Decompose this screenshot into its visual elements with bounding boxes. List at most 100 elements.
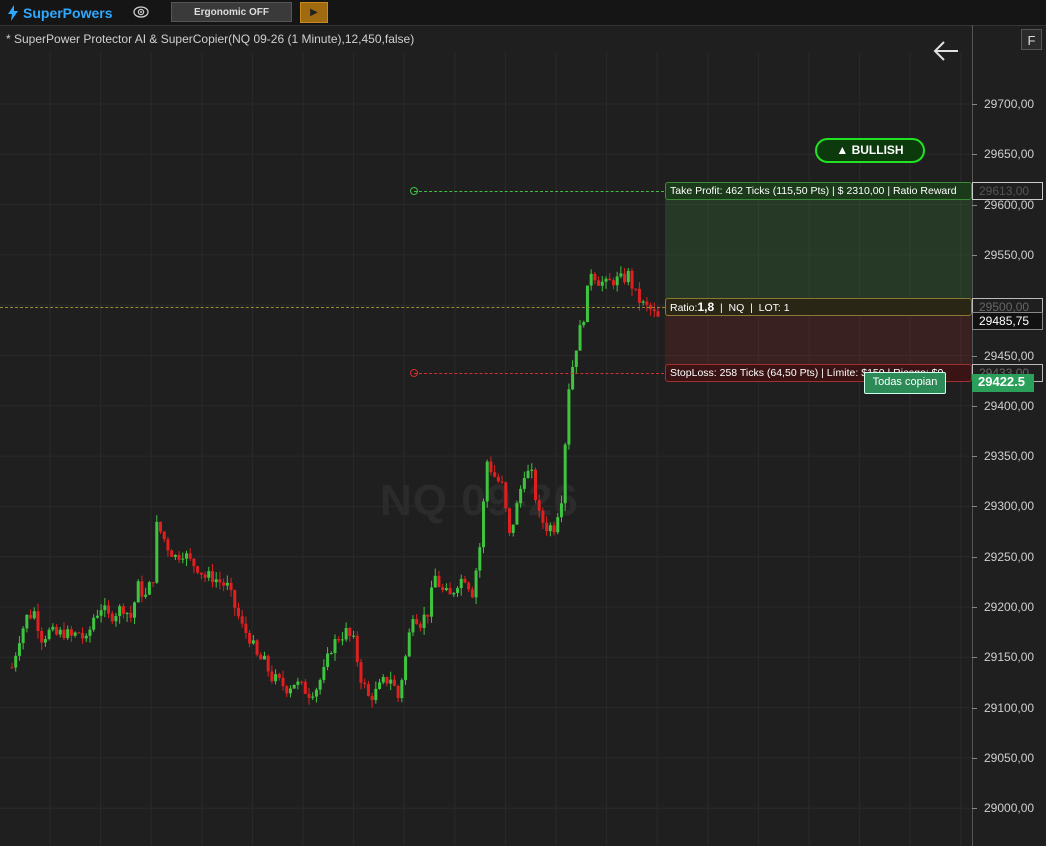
candle-body: [151, 582, 155, 584]
candle-body: [430, 587, 434, 617]
candle-body: [652, 309, 656, 312]
candle-body: [348, 628, 352, 636]
candle-body: [437, 575, 441, 588]
candle-body: [500, 481, 504, 483]
candle-body: [281, 677, 285, 687]
candle-body: [92, 617, 96, 630]
candle-body: [14, 655, 18, 668]
candle-body: [259, 654, 263, 660]
candle-body: [556, 517, 560, 533]
candle-body: [400, 680, 404, 699]
candle-body: [66, 629, 70, 639]
todas-copian-button[interactable]: Todas copian: [864, 372, 946, 394]
candle-body: [467, 582, 471, 590]
candle-body: [422, 614, 426, 628]
candle-body: [47, 629, 51, 640]
candle-body: [73, 632, 77, 636]
candle-body: [255, 640, 259, 655]
price-tick-mark: [972, 707, 977, 709]
candle-body: [496, 476, 500, 482]
candle-body: [511, 524, 515, 533]
candle-body: [530, 469, 534, 471]
ratio-prefix: Ratio:: [670, 302, 698, 314]
candle-body: [415, 619, 419, 625]
candle-body: [222, 582, 226, 586]
candle-body: [470, 589, 474, 598]
candle-body: [433, 575, 437, 588]
price-tick-label: 29250,00: [984, 549, 1035, 564]
price-tick-mark: [972, 506, 977, 508]
candle-body: [626, 270, 630, 283]
candle-body: [600, 281, 604, 286]
candle-body: [277, 674, 281, 678]
price-tick-mark: [972, 456, 977, 458]
candle-body: [366, 684, 370, 696]
candle-body: [637, 288, 641, 303]
price-tick-label: 29650,00: [984, 147, 1035, 162]
candle-body: [411, 619, 415, 633]
candle-body: [177, 554, 181, 560]
candle-body: [574, 350, 578, 368]
candle-body: [107, 605, 111, 614]
price-tick-mark: [972, 154, 977, 156]
candle-body: [593, 273, 597, 281]
candle-body: [196, 566, 200, 573]
candle-body: [29, 614, 33, 619]
candle-body: [84, 635, 88, 639]
take-profit-handle[interactable]: [410, 187, 418, 195]
candle-body: [311, 696, 315, 698]
price-tick-label: 29400,00: [984, 398, 1035, 413]
price-tick-mark: [972, 204, 977, 206]
candle-body: [229, 582, 233, 591]
candle-body: [452, 592, 456, 595]
candle-body: [515, 503, 519, 525]
candle-body: [251, 640, 255, 644]
candle-body: [240, 616, 244, 624]
candle-body: [133, 602, 137, 618]
candle-body: [385, 676, 389, 684]
candle-body: [396, 685, 400, 699]
candle-body: [288, 688, 292, 694]
take-profit-label[interactable]: Take Profit: 462 Ticks (115,50 Pts) | $ …: [665, 182, 972, 200]
candle-body: [32, 611, 36, 619]
candle-body: [329, 653, 333, 655]
stop-loss-line[interactable]: [414, 373, 664, 374]
candle-body: [270, 671, 274, 682]
candle-body: [545, 522, 549, 532]
candle-body: [337, 639, 341, 641]
price-tick-label: 29150,00: [984, 650, 1035, 665]
candle-body: [51, 626, 55, 630]
candle-body: [370, 695, 374, 701]
ratio-value: 1,8: [697, 300, 715, 314]
candle-body: [81, 632, 85, 639]
candle-body: [314, 689, 318, 697]
price-tick-mark: [972, 657, 977, 659]
candle-body: [147, 582, 151, 595]
price-tick-mark: [972, 607, 977, 608]
candle-body: [615, 276, 619, 286]
candle-body: [344, 628, 348, 640]
candle-body: [292, 684, 296, 689]
candle-body: [136, 581, 140, 603]
price-tick-mark: [972, 405, 977, 407]
candle-body: [210, 571, 214, 583]
candle-body: [533, 469, 537, 501]
take-profit-line[interactable]: [414, 191, 664, 192]
price-tick-mark: [972, 355, 977, 357]
candle-body: [21, 628, 25, 644]
candle-body: [507, 508, 511, 533]
stop-loss-handle[interactable]: [410, 369, 418, 377]
take-profit-price-tag: 29613,00: [972, 182, 1043, 200]
candle-body: [162, 531, 166, 540]
ratio-label[interactable]: Ratio:1,8 | NQ | LOT: 1: [665, 298, 972, 316]
candle-body: [589, 273, 593, 286]
candle-body: [236, 607, 240, 617]
candle-body: [474, 570, 478, 598]
candle-body: [641, 301, 645, 303]
bullish-badge: ▲ BULLISH: [815, 138, 925, 163]
candle-body: [389, 679, 393, 684]
price-tick-mark: [972, 104, 977, 105]
candle-body: [459, 578, 463, 589]
candle-body: [58, 629, 62, 635]
candle-body: [522, 477, 526, 489]
